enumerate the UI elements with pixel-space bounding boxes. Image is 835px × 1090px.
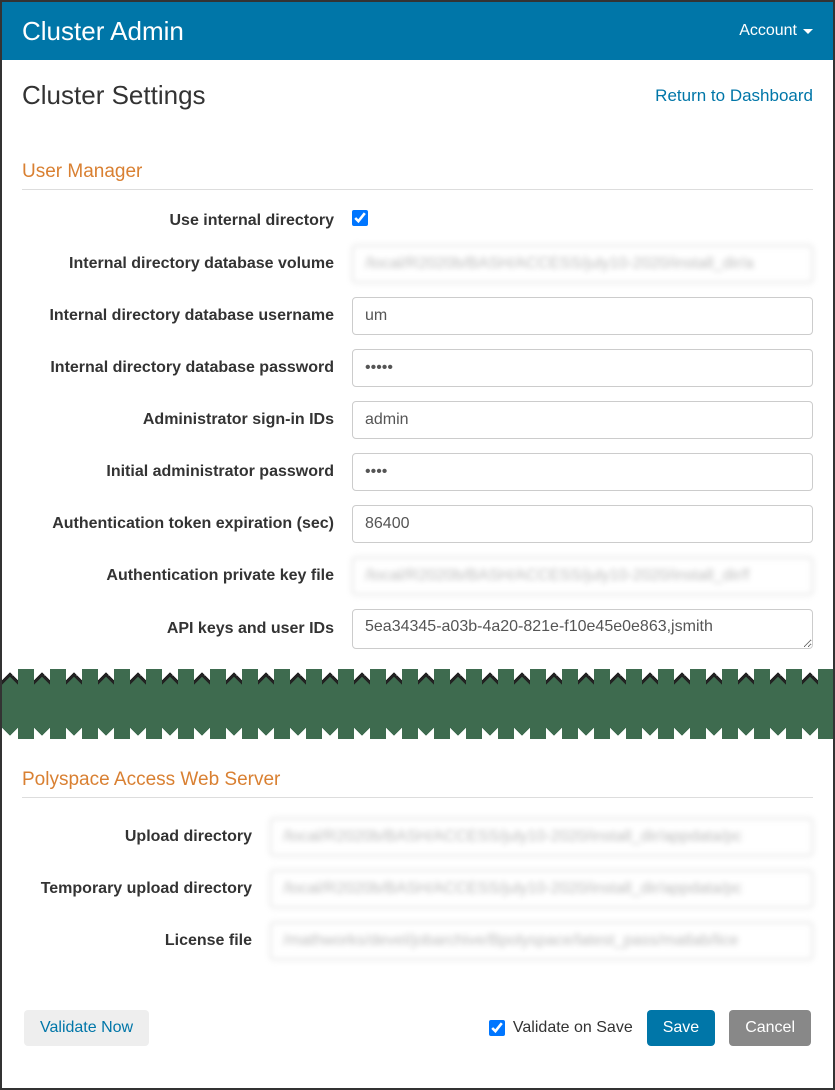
license-file-label: License file [22, 932, 270, 950]
db-password-label: Internal directory database password [22, 359, 352, 377]
priv-key-input[interactable] [352, 557, 813, 595]
section-title-web-server: Polyspace Access Web Server [22, 769, 813, 798]
validate-now-button[interactable]: Validate Now [24, 1010, 149, 1046]
api-keys-label: API keys and user IDs [22, 620, 352, 638]
temp-upload-label: Temporary upload directory [22, 880, 270, 898]
return-dashboard-link[interactable]: Return to Dashboard [655, 86, 813, 106]
app-brand[interactable]: Cluster Admin [22, 16, 184, 47]
account-menu[interactable]: Account [739, 22, 813, 40]
user-manager-section: User Manager Use internal directory Inte… [22, 161, 813, 649]
db-username-label: Internal directory database username [22, 307, 352, 325]
use-internal-directory-checkbox[interactable] [352, 210, 368, 226]
upload-dir-input[interactable] [270, 818, 813, 856]
navbar: Cluster Admin Account [2, 2, 833, 60]
section-title-user-manager: User Manager [22, 161, 813, 190]
init-admin-pw-input[interactable] [352, 453, 813, 491]
content-separator [2, 669, 833, 739]
api-keys-input[interactable]: 5ea34345-a03b-4a20-821e-f10e45e0e863,jsm… [352, 609, 813, 649]
db-volume-input[interactable] [352, 245, 813, 283]
page-header: Cluster Settings Return to Dashboard [22, 80, 813, 111]
save-button[interactable]: Save [647, 1010, 715, 1046]
upload-dir-label: Upload directory [22, 828, 270, 846]
page-title: Cluster Settings [22, 80, 206, 111]
validate-on-save-checkbox[interactable] [489, 1020, 505, 1036]
db-password-input[interactable] [352, 349, 813, 387]
footer: Validate Now Validate on Save Save Cance… [22, 1010, 813, 1066]
cancel-button[interactable]: Cancel [729, 1010, 811, 1046]
admin-ids-input[interactable] [352, 401, 813, 439]
priv-key-label: Authentication private key file [22, 567, 352, 585]
web-server-section: Polyspace Access Web Server Upload direc… [22, 769, 813, 960]
db-username-input[interactable] [352, 297, 813, 335]
temp-upload-input[interactable] [270, 870, 813, 908]
validate-on-save-wrapper[interactable]: Validate on Save [489, 1019, 633, 1037]
license-file-input[interactable] [270, 922, 813, 960]
account-label: Account [739, 22, 797, 40]
db-volume-label: Internal directory database volume [22, 255, 352, 273]
token-exp-label: Authentication token expiration (sec) [22, 515, 352, 533]
init-admin-pw-label: Initial administrator password [22, 463, 352, 481]
caret-down-icon [803, 29, 813, 34]
token-exp-input[interactable] [352, 505, 813, 543]
admin-ids-label: Administrator sign-in IDs [22, 411, 352, 429]
validate-on-save-label: Validate on Save [513, 1019, 633, 1037]
use-internal-directory-label: Use internal directory [22, 212, 352, 230]
